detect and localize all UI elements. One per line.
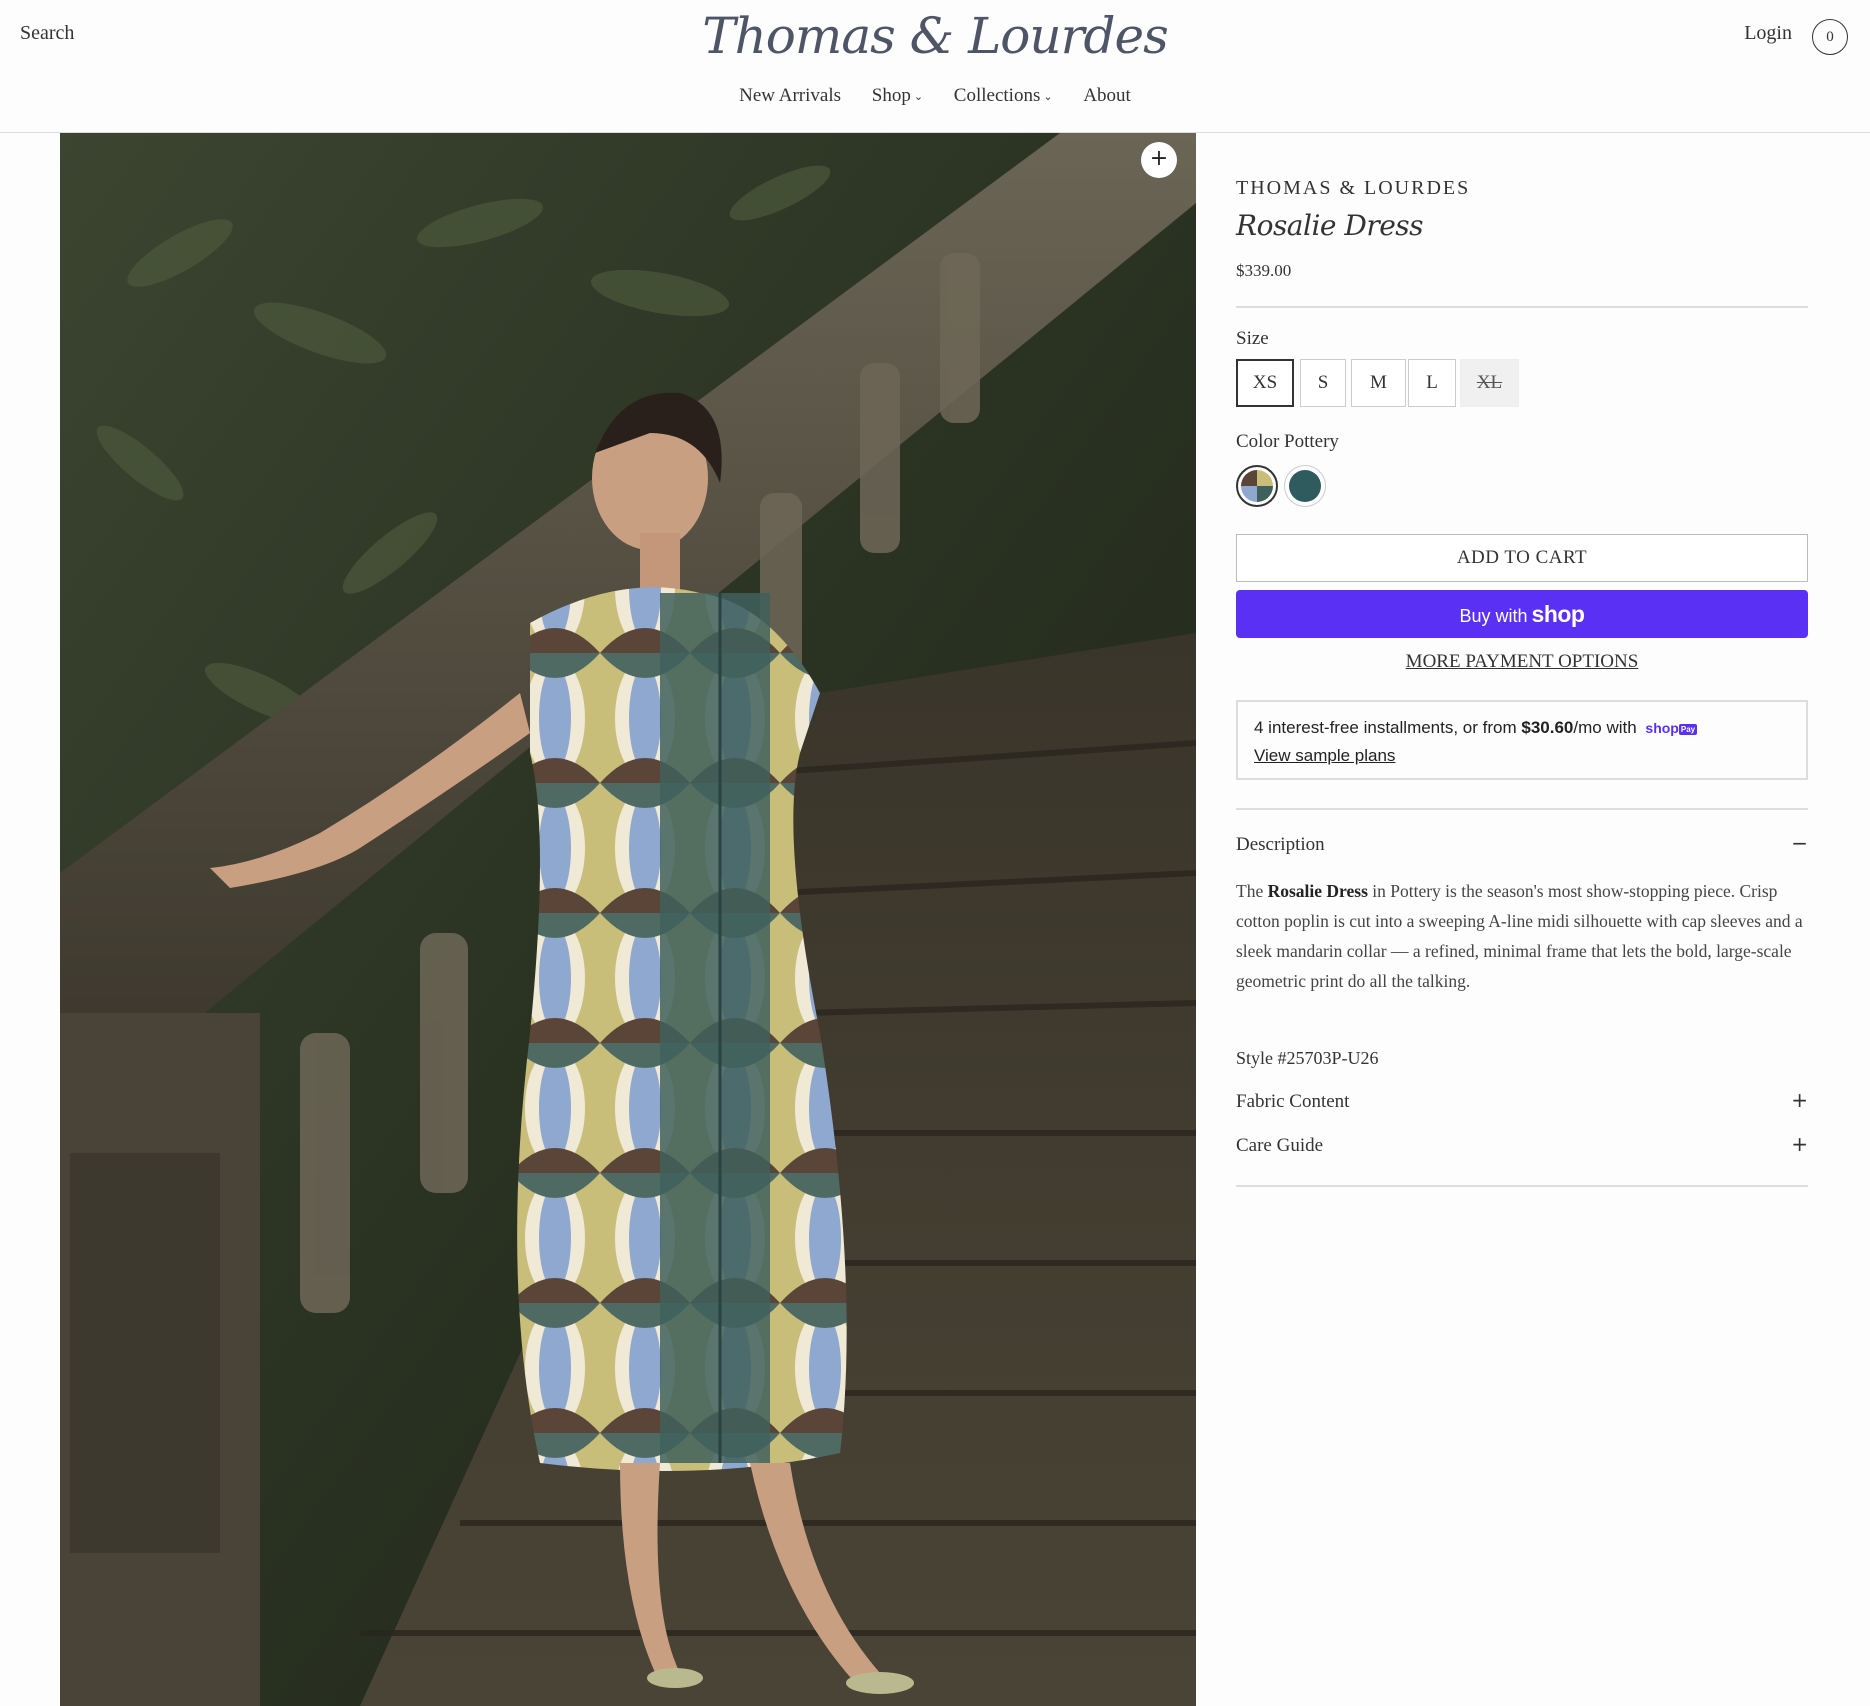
buy-with-label: Buy with [1459, 606, 1528, 626]
cart-button[interactable]: 0 [1812, 19, 1848, 55]
chevron-down-icon: ⌄ [1043, 91, 1053, 104]
plus-icon: + [1149, 146, 1169, 171]
pay-badge: Pay [1678, 723, 1698, 735]
add-to-cart-button[interactable]: ADD TO CART [1236, 534, 1808, 582]
nav-new-arrivals[interactable]: New Arrivals [739, 85, 841, 107]
shop-pay-logo: shop Pay [1645, 720, 1698, 736]
plus-icon[interactable]: + [1791, 1132, 1808, 1156]
divider [1236, 808, 1808, 810]
main-nav: New Arrivals Shop ⌄ Collections ⌄ About [0, 85, 1870, 107]
swatch-fill [1289, 470, 1321, 502]
fabric-content-toggle[interactable]: Fabric Content [1236, 1091, 1349, 1113]
site-header: Search Thomas & Lourdes Login 0 New Arri… [0, 0, 1870, 133]
description-bold: Rosalie Dress [1267, 881, 1368, 901]
product-title: Rosalie Dress [1236, 209, 1424, 242]
nav-collections[interactable]: Collections ⌄ [954, 85, 1053, 107]
product-brand: THOMAS & LOURDES [1236, 177, 1471, 199]
size-option-xs[interactable]: XS [1236, 359, 1294, 407]
description-text: The Rosalie Dress in Pottery is the seas… [1236, 876, 1808, 996]
installments-text: 4 interest-free installments, or from [1254, 718, 1517, 737]
size-option-xl[interactable]: XL [1460, 359, 1519, 407]
installments-amount: $30.60 [1521, 718, 1574, 737]
nav-label: About [1083, 85, 1131, 106]
color-swatch-teal[interactable] [1284, 465, 1326, 507]
view-sample-plans-link[interactable]: View sample plans [1254, 746, 1395, 765]
swatch-fill [1241, 470, 1273, 502]
minus-icon[interactable]: − [1791, 831, 1808, 855]
buy-with-shop-button[interactable]: Buy with shop [1236, 590, 1808, 638]
nav-about[interactable]: About [1083, 85, 1131, 107]
nav-label: New Arrivals [739, 85, 841, 106]
more-payment-options-link[interactable]: MORE PAYMENT OPTIONS [1236, 651, 1808, 673]
plus-icon[interactable]: + [1791, 1088, 1808, 1112]
color-value: Pottery [1284, 431, 1339, 452]
care-guide-toggle[interactable]: Care Guide [1236, 1135, 1323, 1157]
nav-label: Collections [953, 85, 1041, 106]
installments-suffix: /mo with [1573, 718, 1637, 737]
size-label: Size [1236, 328, 1269, 349]
zoom-button[interactable]: + [1141, 142, 1177, 178]
description-prefix: The [1236, 881, 1264, 901]
nav-label: Shop [871, 85, 911, 106]
color-swatch-pottery[interactable] [1236, 465, 1278, 507]
chevron-down-icon: ⌄ [913, 91, 924, 104]
size-option-m[interactable]: M [1351, 359, 1406, 407]
color-label-text: Color [1236, 431, 1280, 452]
shop-logo: shop [1531, 601, 1585, 627]
size-option-s[interactable]: S [1300, 359, 1346, 407]
site-logo[interactable]: Thomas & Lourdes [0, 0, 1870, 72]
nav-shop[interactable]: Shop ⌄ [872, 85, 923, 107]
product-price: $339.00 [1236, 261, 1292, 280]
color-label: Color Pottery [1236, 431, 1339, 453]
login-link[interactable]: Login [1744, 22, 1792, 45]
product-photo[interactable] [60, 133, 1196, 1706]
divider [1236, 1185, 1808, 1187]
installments-box: 4 interest-free installments, or from $3… [1236, 700, 1808, 780]
size-option-l[interactable]: L [1408, 359, 1456, 407]
product-photo-illustration [60, 133, 1196, 1706]
style-number: Style #25703P-U26 [1236, 1048, 1379, 1068]
divider [1236, 306, 1808, 308]
description-toggle[interactable]: Description [1236, 834, 1325, 856]
shoppay-text: shop [1645, 720, 1679, 736]
